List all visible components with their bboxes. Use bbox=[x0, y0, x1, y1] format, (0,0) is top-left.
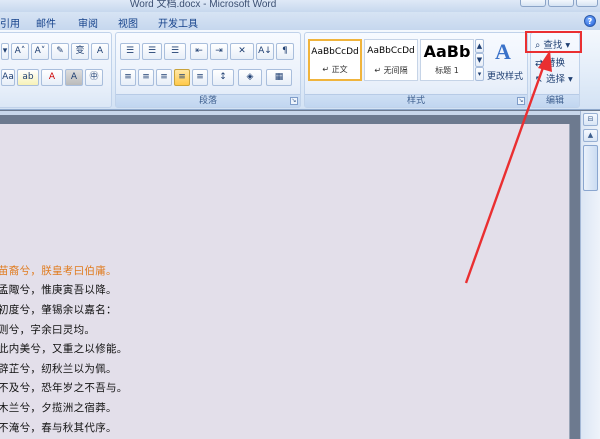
line-spacing-button[interactable]: ↕ bbox=[212, 69, 234, 86]
borders-button[interactable]: ▦ bbox=[266, 69, 292, 86]
doc-line: 辟芷兮，纫秋兰以为佩。 bbox=[0, 363, 117, 375]
shrink-font-button[interactable]: A˅ bbox=[31, 43, 49, 60]
change-case-button[interactable]: Aa bbox=[1, 69, 15, 86]
shading-button[interactable]: ◈ bbox=[238, 69, 262, 86]
change-styles-label: 更改样式 bbox=[487, 72, 524, 82]
eraser-icon: ✎ bbox=[56, 46, 64, 56]
increase-indent-button[interactable]: ⇥ bbox=[210, 43, 228, 60]
close-button[interactable] bbox=[576, 0, 598, 7]
vertical-scrollbar[interactable]: ⊟ ▲ bbox=[580, 111, 600, 439]
select-button[interactable]: ↖ 选择 ▾ bbox=[535, 71, 573, 85]
doc-line: 孟陬兮，惟庚寅吾以降。 bbox=[0, 284, 117, 296]
minimize-button[interactable] bbox=[520, 0, 546, 7]
doc-line: 苗裔兮，朕皇考曰伯庸。 bbox=[0, 265, 117, 277]
show-marks-button[interactable]: ¶ bbox=[276, 43, 294, 60]
ribbon-tab-bar: 引用 邮件 审阅 视图 开发工具 ? bbox=[0, 12, 600, 30]
decrease-indent-button[interactable]: ⇤ bbox=[190, 43, 208, 60]
style-no-spacing-sample: AaBbCcDd bbox=[367, 46, 415, 56]
highlight-color-button[interactable]: ab bbox=[17, 69, 39, 86]
doc-line: 木兰兮，夕揽洲之宿莽。 bbox=[0, 402, 117, 414]
tab-mailings[interactable]: 邮件 bbox=[36, 15, 56, 30]
clear-format-button[interactable]: ✎ bbox=[51, 43, 69, 60]
window-title: Word 文档.docx - Microsoft Word bbox=[130, 0, 277, 10]
font-group: ▾ A˄ A˅ ✎ 变 A Aa ab A A ㊥ bbox=[0, 32, 112, 108]
align-right-button[interactable]: ≡ bbox=[156, 69, 172, 86]
phonetic-guide-button[interactable]: 变 bbox=[71, 43, 89, 60]
style-heading-1[interactable]: AaBb 标题 1 bbox=[420, 39, 474, 81]
ruler-toggle-button[interactable]: ⊟ bbox=[583, 113, 598, 126]
change-styles-button[interactable]: A 更改样式 bbox=[487, 37, 525, 83]
scrollbar-thumb[interactable] bbox=[583, 145, 598, 191]
enclose-char-button[interactable]: ㊥ bbox=[85, 69, 103, 86]
multilevel-list-button[interactable]: ☰ bbox=[164, 43, 186, 60]
doc-line: 初度兮，肇锡余以嘉名： bbox=[0, 304, 117, 316]
select-label: 选择 ▾ bbox=[546, 74, 573, 85]
help-icon[interactable]: ? bbox=[584, 15, 596, 27]
replace-label: 替换 bbox=[546, 58, 566, 69]
style-normal-name: ↵ 正文 bbox=[322, 65, 348, 74]
bullets-button[interactable]: ☰ bbox=[120, 43, 140, 60]
font-color-button[interactable]: A bbox=[41, 69, 63, 86]
styles-group-label: 样式 bbox=[305, 94, 527, 107]
doc-line: 不淹兮，春与秋其代序。 bbox=[0, 422, 117, 434]
editing-group-label: 编辑 bbox=[531, 94, 579, 107]
styles-scroll-down[interactable]: ▼ bbox=[475, 53, 484, 67]
tab-developer[interactable]: 开发工具 bbox=[158, 15, 198, 30]
doc-line: 此内美兮，又重之以修能。 bbox=[0, 343, 128, 355]
styles-more[interactable]: ▾ bbox=[475, 67, 484, 81]
replace-button[interactable]: ⇄ 替换 bbox=[535, 55, 565, 69]
distributed-button[interactable]: ≡ bbox=[192, 69, 208, 86]
scroll-up-button[interactable]: ▲ bbox=[583, 129, 598, 142]
style-normal[interactable]: AaBbCcDd ↵ 正文 bbox=[308, 39, 362, 81]
styles-dialog-launcher[interactable]: ↘ bbox=[517, 97, 525, 105]
paragraph-group-label: 段落 bbox=[116, 94, 300, 107]
style-heading-1-sample: AaBb bbox=[423, 42, 471, 61]
replace-icon: ⇄ bbox=[535, 58, 543, 69]
align-left-button[interactable]: ≡ bbox=[120, 69, 136, 86]
tab-review[interactable]: 审阅 bbox=[78, 15, 98, 30]
maximize-button[interactable] bbox=[548, 0, 574, 7]
styles-scroll-up[interactable]: ▲ bbox=[475, 39, 484, 53]
char-border-button[interactable]: A bbox=[91, 43, 109, 60]
paragraph-dialog-launcher[interactable]: ↘ bbox=[290, 97, 298, 105]
doc-line: 不及兮，恐年岁之不吾与。 bbox=[0, 382, 128, 394]
style-no-spacing-name: ↵ 无间隔 bbox=[374, 66, 408, 75]
grow-font-button[interactable]: A˄ bbox=[11, 43, 29, 60]
ribbon: ▾ A˄ A˅ ✎ 变 A Aa ab A A ㊥ ☰ ☰ ☰ ⇤ ⇥ ✕ A↓… bbox=[0, 30, 600, 110]
paragraph-group: ☰ ☰ ☰ ⇤ ⇥ ✕ A↓ ¶ ≡ ≡ ≡ ≡ ≡ ↕ ◈ ▦ 段落 ↘ bbox=[115, 32, 301, 108]
char-shading-button[interactable]: A bbox=[65, 69, 83, 86]
style-no-spacing[interactable]: AaBbCcDd ↵ 无间隔 bbox=[364, 39, 418, 81]
find-highlight-box bbox=[525, 31, 582, 53]
styles-group: AaBbCcDd ↵ 正文 AaBbCcDd ↵ 无间隔 AaBb 标题 1 ▲… bbox=[304, 32, 528, 108]
sort-button[interactable]: A↓ bbox=[256, 43, 274, 60]
doc-line: 则兮，字余曰灵均。 bbox=[0, 324, 96, 336]
numbering-button[interactable]: ☰ bbox=[142, 43, 162, 60]
chinese-layout-button[interactable]: ✕ bbox=[230, 43, 254, 60]
document-page[interactable]: 苗裔兮，朕皇考曰伯庸。 孟陬兮，惟庚寅吾以降。 初度兮，肇锡余以嘉名： 则兮，字… bbox=[0, 124, 570, 439]
font-size-dropdown[interactable]: ▾ bbox=[1, 43, 9, 60]
change-styles-icon: A bbox=[495, 39, 511, 64]
ruler-strip bbox=[0, 111, 600, 115]
style-heading-1-name: 标题 1 bbox=[435, 66, 459, 75]
select-cursor-icon: ↖ bbox=[535, 74, 543, 85]
tab-references[interactable]: 引用 bbox=[0, 15, 20, 30]
tab-view[interactable]: 视图 bbox=[118, 15, 138, 30]
justify-button[interactable]: ≡ bbox=[174, 69, 190, 86]
title-bar: Word 文档.docx - Microsoft Word bbox=[0, 0, 600, 12]
style-normal-sample: AaBbCcDd bbox=[311, 47, 359, 57]
center-button[interactable]: ≡ bbox=[138, 69, 154, 86]
